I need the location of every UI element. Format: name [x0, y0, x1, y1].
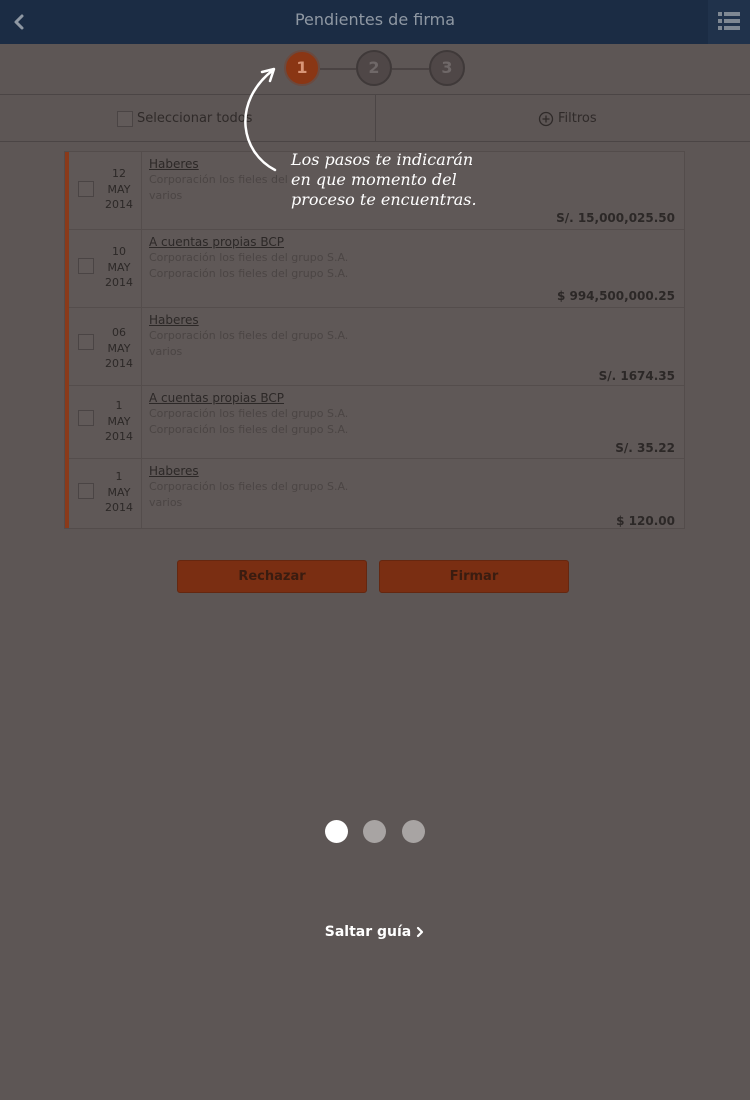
step-indicator: 1 2 3 [0, 44, 750, 94]
step-connector [392, 68, 429, 70]
row-day: 06 [112, 326, 126, 339]
row-day: 1 [115, 470, 123, 483]
step-2: 2 [356, 50, 392, 86]
row-checkbox[interactable] [78, 410, 94, 426]
row-kind[interactable]: A cuentas propias BCP [149, 235, 284, 249]
row-day: 10 [112, 245, 126, 258]
reject-button[interactable]: Rechazar [177, 560, 367, 593]
list-item[interactable]: 06 MAY 2014 Haberes Corporación los fiel… [69, 308, 684, 386]
row-company: Corporación los fieles del grupo S.A. [149, 407, 349, 420]
row-kind[interactable]: Haberes [149, 313, 199, 327]
row-date: 06 MAY 2014 [99, 325, 139, 372]
row-date: 12 MAY 2014 [99, 166, 139, 213]
row-year: 2014 [105, 357, 133, 370]
step-3: 3 [429, 50, 465, 86]
row-checkbox[interactable] [78, 258, 94, 274]
pager-dot[interactable] [363, 820, 386, 843]
row-amount: $ 994,500,000.25 [556, 289, 675, 303]
row-checkbox[interactable] [78, 334, 94, 350]
row-amount: S/. 15,000,025.50 [556, 211, 675, 225]
row-detail: Corporación los fieles del grupo S.A. [149, 267, 349, 280]
row-detail: varios [149, 189, 183, 202]
page-title: Pendientes de firma [294, 10, 456, 29]
list-item[interactable]: 1 MAY 2014 Haberes Corporación los fiele… [69, 459, 684, 529]
row-company: Corporación los fieles del grupo S.A. [149, 480, 349, 493]
row-day: 1 [115, 399, 123, 412]
row-date: 10 MAY 2014 [99, 244, 139, 291]
row-date: 1 MAY 2014 [99, 469, 139, 516]
row-year: 2014 [105, 198, 133, 211]
row-company: Corporación los fieles del grupo S.A. [149, 251, 349, 264]
pager-dot-active[interactable] [325, 820, 348, 843]
row-detail: varios [149, 496, 183, 509]
row-month: MAY [107, 485, 131, 499]
chevron-right-icon [417, 926, 424, 938]
row-company: Corporación los fieles del grupo S.A. [149, 329, 349, 342]
row-kind[interactable]: Haberes [149, 464, 199, 478]
list-item[interactable]: 1 MAY 2014 A cuentas propias BCP Corpora… [69, 386, 684, 459]
curved-arrow-icon [244, 67, 277, 172]
skip-guide-link[interactable]: Saltar guía [0, 924, 750, 940]
guide-tip-text: Los pasos te indicarán en que momento de… [291, 150, 477, 209]
plus-circle-icon [538, 111, 554, 126]
row-date: 1 MAY 2014 [99, 398, 139, 445]
row-month: MAY [107, 260, 131, 274]
row-year: 2014 [105, 430, 133, 443]
row-amount: S/. 1674.35 [598, 369, 675, 383]
sign-button[interactable]: Firmar [379, 560, 569, 593]
filters-button[interactable]: Filtros [538, 108, 597, 128]
row-amount: $ 120.00 [616, 514, 675, 528]
app-header: Pendientes de firma [0, 0, 750, 44]
row-amount: S/. 35.22 [615, 441, 675, 455]
pager-dot[interactable] [402, 820, 425, 843]
list-item[interactable]: 10 MAY 2014 A cuentas propias BCP Corpor… [69, 230, 684, 308]
row-year: 2014 [105, 276, 133, 289]
row-month: MAY [107, 341, 131, 355]
row-kind[interactable]: Haberes [149, 157, 199, 171]
row-kind[interactable]: A cuentas propias BCP [149, 391, 284, 405]
row-month: MAY [107, 414, 131, 428]
row-checkbox[interactable] [78, 483, 94, 499]
row-detail: Corporación los fieles del grupo S.A. [149, 423, 349, 436]
toolbar-divider [375, 95, 376, 141]
row-detail: varios [149, 345, 183, 358]
row-year: 2014 [105, 501, 133, 514]
select-all-checkbox[interactable] [117, 110, 133, 127]
menu-list-icon[interactable] [708, 0, 750, 44]
row-month: MAY [107, 182, 131, 196]
row-day: 12 [112, 167, 126, 180]
step-connector [320, 68, 356, 70]
row-checkbox[interactable] [78, 181, 94, 197]
filters-label: Filtros [558, 111, 597, 126]
skip-guide-label: Saltar guía [324, 924, 412, 940]
list-toolbar: Seleccionar todos Filtros [0, 94, 750, 142]
